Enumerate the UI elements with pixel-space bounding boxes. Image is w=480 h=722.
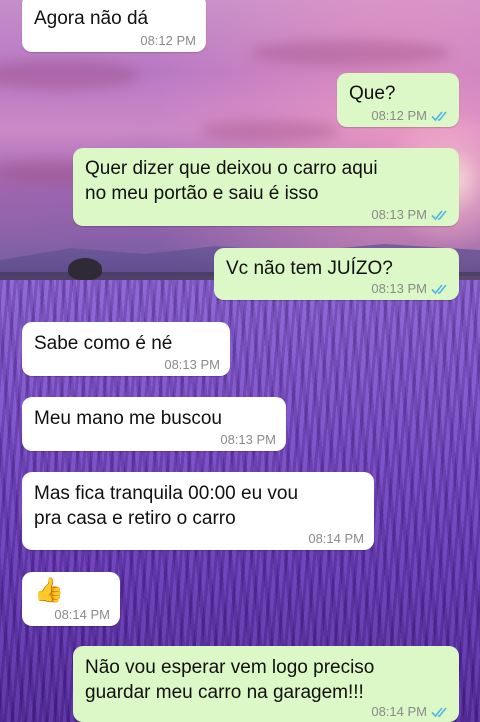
message-bubble-incoming[interactable]: Sabe como é né 08:13 PM	[22, 322, 230, 376]
message-bubble-incoming[interactable]: Mas fica tranquila 00:00 eu vou pra casa…	[22, 472, 374, 550]
chat-message-list[interactable]: Agora não dá 08:12 PM Que? 08:12 PM Quer…	[0, 0, 480, 722]
message-time: 08:13 PM	[164, 357, 220, 372]
message-text: Vc não tem JUÍZO?	[226, 258, 393, 279]
thumbs-up-emoji: 👍	[34, 577, 64, 604]
message-time: 08:13 PM	[371, 281, 427, 296]
message-time: 08:12 PM	[371, 108, 427, 123]
read-ticks-icon	[431, 111, 447, 122]
message-text: Não vou esperar vem logo preciso guardar…	[85, 657, 375, 703]
message-text: Quer dizer que deixou o carro aqui no me…	[85, 158, 378, 204]
message-bubble-incoming[interactable]: Meu mano me buscou 08:13 PM	[22, 397, 286, 451]
message-text: Mas fica tranquila 00:00 eu vou pra casa…	[34, 483, 299, 529]
message-time: 08:14 PM	[54, 607, 110, 622]
read-ticks-icon	[431, 210, 447, 221]
message-time: 08:12 PM	[140, 33, 196, 48]
message-bubble-incoming[interactable]: Agora não dá 08:12 PM	[22, 0, 206, 52]
message-time: 08:13 PM	[220, 432, 276, 447]
message-bubble-outgoing[interactable]: Vc não tem JUÍZO? 08:13 PM	[214, 248, 459, 300]
message-bubble-outgoing[interactable]: Que? 08:12 PM	[337, 73, 459, 127]
read-ticks-icon	[431, 707, 447, 718]
message-bubble-outgoing[interactable]: Quer dizer que deixou o carro aqui no me…	[73, 148, 459, 226]
read-ticks-icon	[431, 284, 447, 295]
message-text: Agora não dá	[34, 8, 149, 29]
message-text: Sabe como é né	[34, 333, 173, 354]
message-text: Que?	[349, 83, 396, 104]
message-bubble-incoming[interactable]: 👍 08:14 PM	[22, 572, 120, 626]
message-text: Meu mano me buscou	[34, 408, 222, 429]
message-time: 08:14 PM	[308, 531, 364, 546]
message-time: 08:14 PM	[371, 704, 427, 719]
message-time: 08:13 PM	[371, 207, 427, 222]
message-bubble-outgoing[interactable]: Não vou esperar vem logo preciso guardar…	[73, 646, 459, 722]
